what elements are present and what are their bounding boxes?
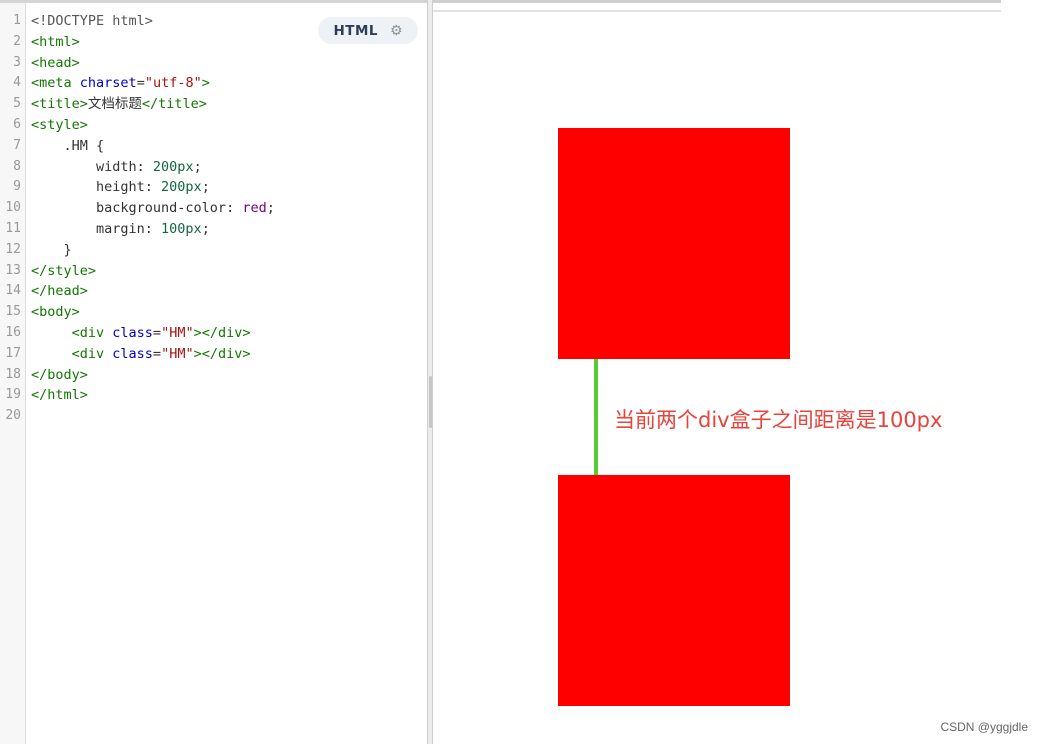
code-token: <meta	[31, 75, 80, 92]
page-margin	[1001, 0, 1044, 744]
line-number: 9	[13, 179, 21, 195]
code-token: <head>	[31, 54, 80, 71]
code-token: width:	[31, 158, 153, 175]
line-number: 4	[13, 75, 21, 91]
code-line: <body>	[31, 302, 275, 323]
preview-top-line	[433, 10, 1001, 12]
code-token: "HM"	[161, 324, 194, 341]
code-token: =	[152, 345, 162, 362]
red-box-1	[558, 128, 790, 359]
code-line: </style>	[31, 261, 275, 282]
line-number: 19	[5, 387, 21, 403]
red-box-2	[558, 475, 790, 706]
code-token: ;	[201, 179, 210, 196]
line-number: 11	[5, 221, 21, 236]
line-number: 2	[13, 33, 21, 49]
code-line: <head>	[31, 53, 275, 74]
code-line: <title>文档标题</title>	[31, 94, 275, 115]
code-token: class	[112, 345, 153, 362]
preview-panel: 当前两个div盒子之间距离是100px	[433, 0, 1001, 744]
code-token: >	[201, 75, 210, 92]
code-token: <title>	[31, 96, 88, 113]
line-number: 18	[5, 366, 21, 382]
code-token: background-color:	[31, 200, 243, 217]
code-token: <body>	[31, 304, 80, 321]
code-token: </title>	[141, 96, 207, 113]
code-line: }	[31, 240, 275, 261]
preview-top-border	[433, 0, 1001, 3]
code-area[interactable]: <!DOCTYPE html> <html> <head> <meta charset…	[31, 11, 275, 427]
code-token: =	[136, 75, 145, 92]
code-line: width: 200px;	[31, 157, 275, 178]
line-number: 8	[13, 158, 21, 174]
code-token: 200px	[161, 179, 202, 196]
distance-marker-line	[594, 359, 598, 477]
code-token: "utf-8"	[144, 75, 202, 92]
code-token: height:	[31, 179, 162, 196]
code-token: =	[152, 324, 162, 341]
code-token: ;	[266, 200, 275, 217]
gear-icon[interactable]: ⚙	[390, 23, 403, 39]
code-token: </head>	[31, 283, 88, 300]
line-number: 15	[5, 304, 21, 320]
code-line: <meta charset="utf-8">	[31, 73, 275, 94]
code-token: <style>	[31, 116, 88, 133]
line-number: 6	[13, 117, 21, 132]
line-number: 3	[13, 54, 21, 70]
code-line: background-color: red;	[31, 198, 275, 219]
line-number: 16	[5, 325, 21, 340]
code-token: ></div>	[193, 324, 251, 341]
code-token: </body>	[31, 366, 88, 383]
code-line: <style>	[31, 115, 275, 136]
code-token: </style>	[31, 262, 97, 279]
code-token: <div	[71, 345, 113, 362]
code-token: red	[242, 200, 267, 217]
code-token: 100px	[161, 220, 202, 237]
code-line: </head>	[31, 281, 275, 302]
line-number: 20	[5, 408, 21, 424]
code-line: <div class="HM"></div>	[31, 323, 275, 344]
code-token: ;	[193, 158, 202, 175]
language-selector[interactable]: HTML ⚙	[318, 17, 418, 44]
line-number: 14	[5, 283, 21, 299]
line-number-gutter: 1 2 3 4 5 6 7 8 9 10 11 12 13 14 15 16 17 18 19 20	[0, 3, 26, 744]
code-token: ;	[201, 220, 210, 237]
line-number: 7	[13, 137, 21, 153]
line-number: 13	[5, 262, 21, 278]
code-line: .HM {	[31, 136, 275, 157]
code-token: ></div>	[193, 345, 251, 362]
line-number: 10	[5, 200, 21, 216]
code-token: <div	[71, 324, 113, 341]
code-token: <html>	[31, 33, 80, 50]
code-token: margin:	[31, 220, 162, 237]
line-number: 17	[5, 345, 21, 361]
code-token: "HM"	[161, 345, 194, 362]
code-token: charset	[79, 75, 137, 92]
code-line: margin: 100px;	[31, 219, 275, 240]
code-line: <!DOCTYPE html>	[31, 11, 275, 32]
code-token: </html>	[31, 387, 88, 404]
code-editor-panel[interactable]: 1 2 3 4 5 6 7 8 9 10 11 12 13 14 15 16 17 18 19 20 <!DOCTYP…	[0, 0, 427, 744]
code-token: }	[31, 241, 72, 258]
code-line: height: 200px;	[31, 177, 275, 198]
watermark: CSDN @yggjdle	[940, 720, 1028, 734]
code-line: <div class="HM"></div>	[31, 344, 275, 365]
code-line: </body>	[31, 365, 275, 386]
code-token: class	[112, 324, 153, 341]
distance-annotation: 当前两个div盒子之间距离是100px	[614, 408, 943, 432]
code-token: 文档标题	[87, 96, 142, 113]
language-label: HTML	[333, 22, 378, 39]
line-number: 5	[13, 96, 21, 112]
line-number: 12	[5, 241, 21, 257]
code-token: <!DOCTYPE html>	[31, 13, 153, 29]
code-line: </html>	[31, 385, 275, 406]
code-token: 200px	[152, 158, 194, 175]
code-line: <html>	[31, 32, 275, 53]
code-token: .HM {	[31, 137, 105, 154]
line-number: 1	[13, 13, 21, 28]
resize-handle[interactable]	[429, 376, 432, 428]
